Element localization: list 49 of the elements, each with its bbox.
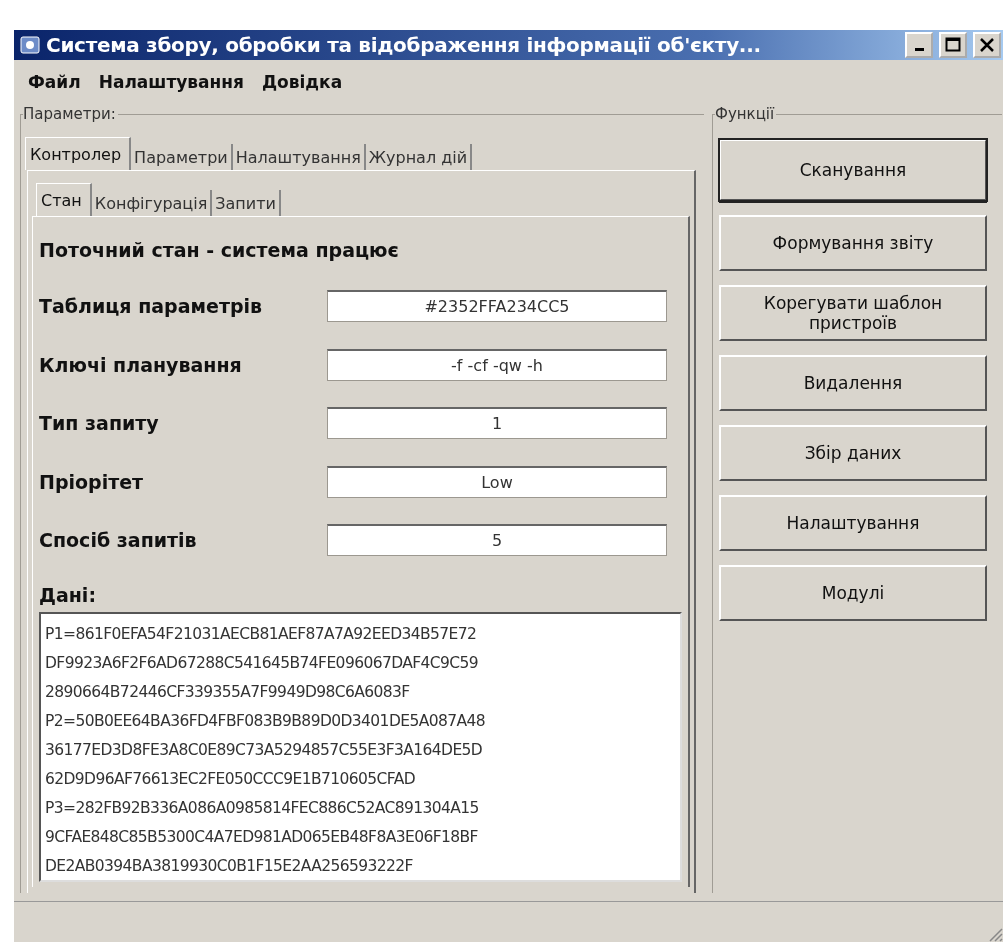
- group-title: Функції: [715, 105, 777, 123]
- group-title: Параметри:: [23, 105, 118, 123]
- input-field[interactable]: 1: [327, 407, 667, 440]
- field-label: Таблиця параметрів: [39, 295, 264, 318]
- data-line: 62D9D96AF76613EC2FE050CCC9E1B710605CFAD: [45, 768, 417, 790]
- tab[interactable]: Запити: [212, 190, 281, 216]
- field-label: Тип запиту: [39, 412, 160, 435]
- menu-item[interactable]: Довідка: [261, 72, 343, 92]
- input-field[interactable]: -f -cf -qw -h: [327, 348, 667, 381]
- input-field[interactable]: 5: [327, 524, 667, 557]
- window-title: Система збору, обробки та відображення інформації об'єкту...: [46, 33, 762, 57]
- tab[interactable]: Налаштування: [232, 144, 366, 170]
- data-line: P1=861F0EFA54F21031AECB81AEF87A7A92EED34B57E72: [45, 623, 478, 645]
- data-text-area[interactable]: [39, 611, 682, 882]
- function-button[interactable]: Сканування: [719, 139, 987, 201]
- close-button[interactable]: [973, 32, 1001, 58]
- field-label: Ключі планування: [39, 353, 243, 376]
- data-line: DE2AB0394BA3819930C0B1F15E2AA256593222F: [45, 855, 414, 877]
- tab[interactable]: Конфігурація: [91, 190, 213, 216]
- menu-item[interactable]: Налаштування: [98, 72, 244, 92]
- input-field[interactable]: Low: [327, 465, 667, 498]
- data-line: 9CFAE848C85B5300C4A7ED981AD065EB48F8A3E06F18BF: [45, 826, 479, 848]
- maximize-button[interactable]: [939, 32, 967, 58]
- data-line: P3=282FB92B336A086A0985814FEC886C52AC891304A15: [45, 797, 480, 819]
- function-button[interactable]: Збір даних: [719, 425, 987, 481]
- tab[interactable]: Журнал дій: [365, 144, 473, 170]
- data-line: DF9923A6F2F6AD67288C541645B74FE096067DAF4C9C59: [45, 652, 480, 674]
- minimize-button[interactable]: [905, 32, 933, 58]
- data-line: 2890664B72446CF339355A7F9949D98C6A6083F: [45, 681, 411, 703]
- close-icon: [979, 37, 995, 53]
- function-button[interactable]: Налаштування: [719, 495, 987, 551]
- field-label: Спосіб запитів: [39, 529, 198, 552]
- tab[interactable]: Стан: [36, 183, 92, 216]
- field-label: Пріорітет: [39, 470, 145, 493]
- data-line: 36177ED3D8FE3A8C0E89C73A5294857C55E3F3A164DE5D: [45, 739, 484, 761]
- tab[interactable]: Контролер: [25, 137, 132, 170]
- function-button[interactable]: Модулі: [719, 565, 987, 621]
- function-button[interactable]: Видалення: [719, 355, 987, 411]
- minimize-icon: [914, 48, 924, 51]
- menu-item[interactable]: Файл: [28, 72, 81, 92]
- data-label: Дані:: [39, 583, 97, 606]
- input-field[interactable]: #2352FFA234CC5: [327, 290, 667, 323]
- app-icon: [20, 35, 40, 55]
- maximize-icon: [945, 37, 961, 53]
- tab[interactable]: Параметри: [131, 144, 233, 170]
- status-text: Поточний стан - система працює: [39, 239, 400, 261]
- function-button[interactable]: Корегувати шаблон пристроїв: [719, 285, 987, 341]
- function-button[interactable]: Формування звіту: [719, 215, 987, 271]
- data-line: P2=50B0EE64BA36FD4FBF083B9B89D0D3401DE5A087A48: [45, 710, 486, 732]
